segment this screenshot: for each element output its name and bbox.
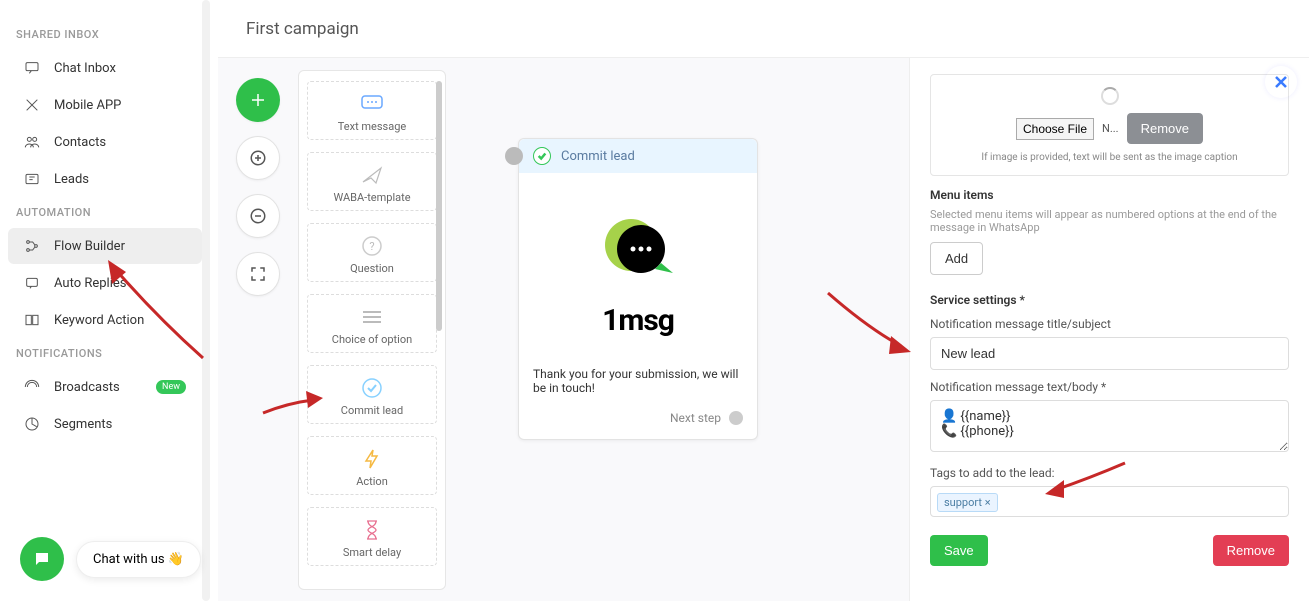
palette-choice[interactable]: Choice of option [307,294,437,353]
canvas: First campaign Text message WABA-templat… [218,0,1309,601]
node-next-step[interactable]: Next step [519,401,757,439]
choose-file-button[interactable]: Choose File [1016,118,1094,140]
file-name: N... [1102,122,1119,135]
leads-icon [24,171,40,187]
menu-items-hint: Selected menu items will appear as numbe… [930,208,1289,234]
nav-leads[interactable]: Leads [8,161,202,197]
node-title: Commit lead [561,149,635,164]
zoom-in-button[interactable] [236,136,280,180]
properties-panel: Choose File N... Remove If image is prov… [909,58,1309,601]
nav-mobile-app[interactable]: Mobile APP [8,87,202,123]
tag-support[interactable]: support × [937,493,998,512]
fullscreen-button[interactable] [236,252,280,296]
chat-icon [24,60,40,76]
badge-new: New [156,380,186,394]
zoom-out-button[interactable] [236,194,280,238]
reply-icon [24,275,40,291]
notif-body-input[interactable]: 👤 {{name}} 📞 {{phone}} [930,400,1289,452]
check-icon [533,147,551,165]
palette-waba-template[interactable]: WABA-template [307,152,437,211]
chat-widget[interactable]: Chat with us 👋 [20,537,201,581]
section-automation: AUTOMATION [0,198,210,227]
save-button[interactable]: Save [930,535,988,566]
contacts-icon [24,134,40,150]
annotation-arrow [258,388,328,422]
segments-icon [24,416,40,432]
chat-fab[interactable] [20,537,64,581]
notif-title-input[interactable] [930,337,1289,370]
nav-broadcasts[interactable]: BroadcastsNew [8,369,202,405]
output-port[interactable] [729,411,743,425]
annotation-arrow [98,258,208,362]
palette-text-message[interactable]: Text message [307,81,437,140]
remove-image-button[interactable]: Remove [1127,113,1203,144]
flow-icon [24,238,40,254]
image-caption-hint: If image is provided, text will be sent … [943,152,1276,163]
nav-contacts[interactable]: Contacts [8,124,202,160]
mobile-icon [24,97,40,113]
section-shared-inbox: SHARED INBOX [0,20,210,49]
image-upload-box: Choose File N... Remove If image is prov… [930,74,1289,176]
broadcast-icon [24,379,40,395]
add-button[interactable] [236,78,280,122]
chat-pill[interactable]: Chat with us 👋 [76,541,201,578]
annotation-arrow [1040,458,1130,502]
input-port[interactable] [505,147,523,165]
notif-body-label: Notification message text/body * [930,380,1289,394]
node-image: 1msg [533,191,743,361]
menu-items-title: Menu items [930,188,1289,202]
notif-title-label: Notification message title/subject [930,317,1289,331]
scrollbar[interactable] [436,81,442,331]
spinner-icon [1101,87,1119,105]
nav-chat-inbox[interactable]: Chat Inbox [8,50,202,86]
flow-node-commit-lead[interactable]: Commit lead 1msg Thank you for your subm… [518,138,758,440]
page-title: First campaign [218,0,1309,58]
service-settings-title: Service settings * [930,293,1289,307]
palette-smart-delay[interactable]: Smart delay [307,507,437,566]
step-palette: Text message WABA-template ?Question Cho… [298,70,446,590]
node-body-text: Thank you for your submission, we will b… [533,367,743,395]
nav-segments[interactable]: Segments [8,406,202,442]
close-button[interactable] [1265,66,1297,98]
palette-action[interactable]: Action [307,436,437,495]
add-menu-item-button[interactable]: Add [930,242,983,275]
annotation-arrow [823,288,913,362]
palette-question[interactable]: ?Question [307,223,437,282]
remove-button[interactable]: Remove [1213,535,1289,566]
svg-text:?: ? [369,240,374,253]
keyword-icon [24,312,40,328]
